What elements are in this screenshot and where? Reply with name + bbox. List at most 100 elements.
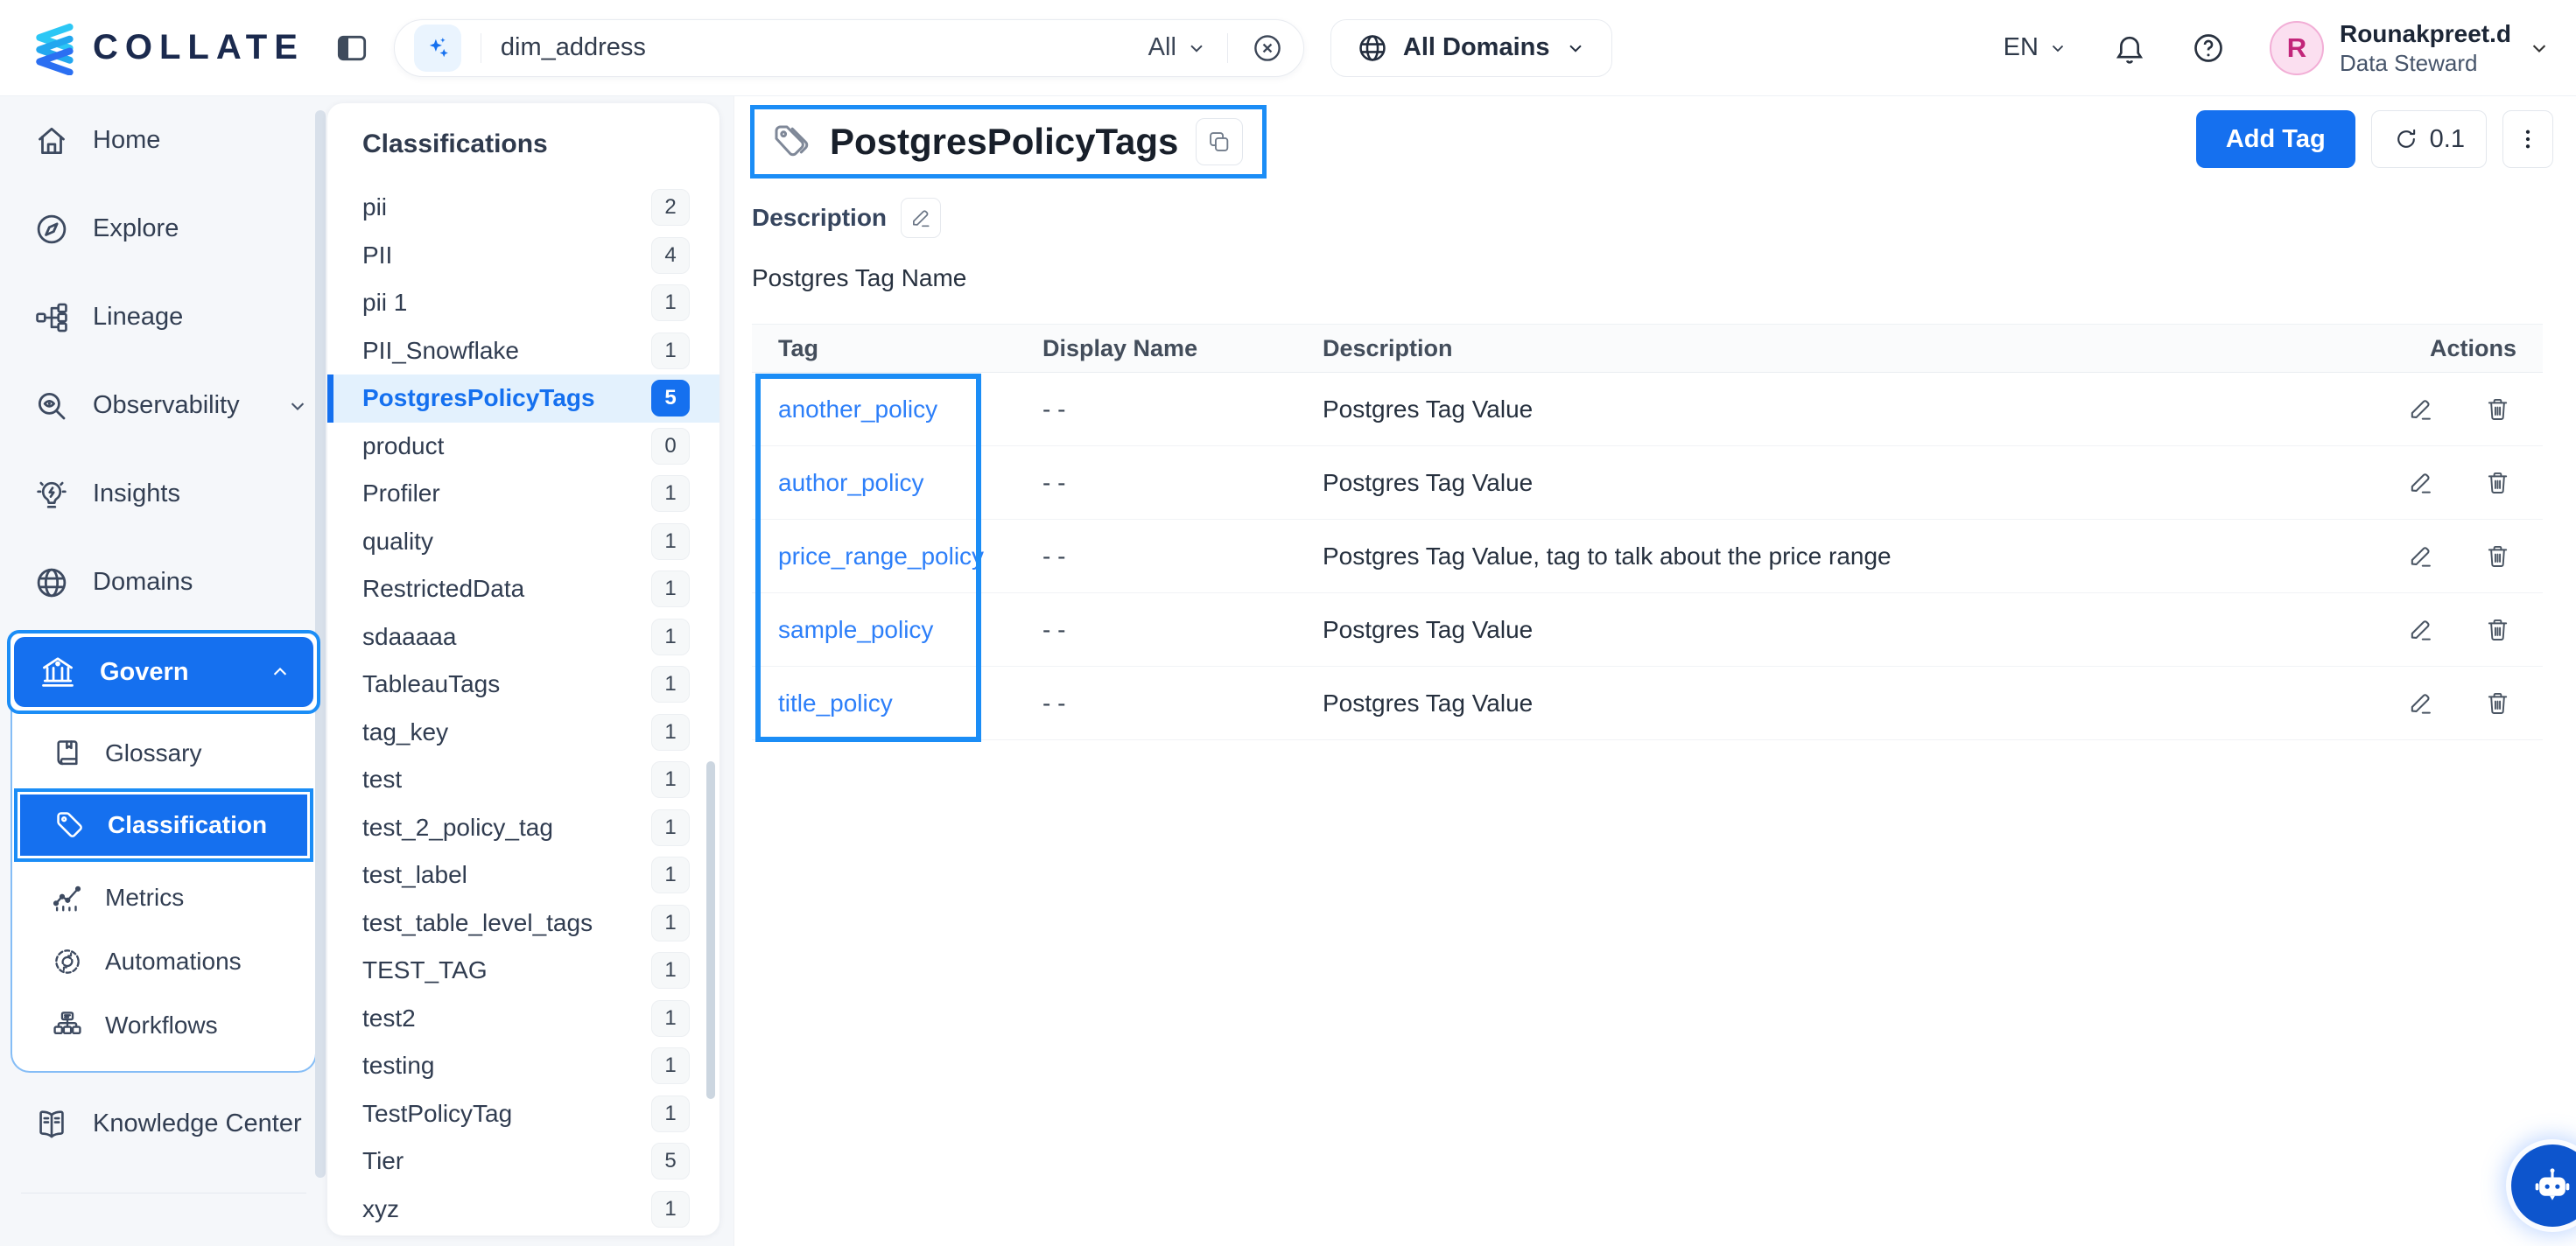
copy-name-button[interactable] <box>1196 118 1243 165</box>
edit-tag-button[interactable] <box>2401 464 2439 502</box>
classification-list-item[interactable]: PII_Snowflake1 <box>327 327 719 375</box>
classification-list-item[interactable]: RestrictedData1 <box>327 565 719 613</box>
sidebar-toggle-button[interactable] <box>334 31 369 66</box>
classification-count-badge: 1 <box>651 952 690 989</box>
edit-pencil-icon <box>2407 542 2434 570</box>
classification-list-item[interactable]: pii 11 <box>327 279 719 327</box>
delete-tag-button[interactable] <box>2478 464 2516 502</box>
sidebar-item-automations[interactable]: Automations <box>12 929 315 993</box>
column-header-display-name: Display Name <box>1016 335 1296 362</box>
search-input[interactable] <box>501 33 1148 62</box>
sidebar-item-glossary[interactable]: Glossary <box>12 721 315 785</box>
tag-link[interactable]: sample_policy <box>778 616 933 643</box>
tag-display-name: - - <box>1042 469 1065 496</box>
classification-list-item[interactable]: Profiler1 <box>327 470 719 518</box>
classification-list-item[interactable]: TEST_TAG1 <box>327 947 719 995</box>
add-tag-button[interactable]: Add Tag <box>2196 110 2355 168</box>
chevron-down-icon <box>285 394 310 418</box>
sidebar-item-label: Automations <box>105 948 242 976</box>
classification-list-item[interactable]: sdaaaaa1 <box>327 613 719 662</box>
chevron-down-icon <box>2047 38 2068 59</box>
classification-list-item[interactable]: PII4 <box>327 232 719 280</box>
tag-link[interactable]: price_range_policy <box>778 542 984 570</box>
classification-name: quality <box>362 528 433 556</box>
sidebar-item-label: Govern <box>100 658 189 687</box>
more-options-button[interactable] <box>2502 110 2553 168</box>
tag-description: Postgres Tag Value <box>1323 690 1533 717</box>
classification-list-item[interactable]: test_table_level_tags1 <box>327 900 719 948</box>
trash-icon <box>2484 616 2511 643</box>
sidebar-item-domains[interactable]: Domains <box>0 538 327 626</box>
global-search-bar[interactable]: All <box>394 19 1304 77</box>
help-button[interactable] <box>2191 31 2226 66</box>
chevron-down-icon <box>2527 36 2551 60</box>
classification-list-item[interactable]: test_label1 <box>327 851 719 900</box>
classification-list-item[interactable]: TableauTags1 <box>327 661 719 709</box>
classification-list-item[interactable]: test_2_policy_tag1 <box>327 804 719 852</box>
edit-tag-button[interactable] <box>2401 390 2439 429</box>
table-row: another_policy - - Postgres Tag Value <box>752 373 2543 446</box>
tag-link[interactable]: title_policy <box>778 690 893 717</box>
clear-search-button[interactable] <box>1251 32 1284 65</box>
version-history-icon <box>2393 126 2419 152</box>
notifications-button[interactable] <box>2112 31 2147 66</box>
language-dropdown[interactable]: EN <box>2004 33 2068 62</box>
sidebar-item-workflows[interactable]: Workflows <box>12 993 315 1057</box>
search-scope-dropdown[interactable]: All <box>1148 33 1208 62</box>
sidebar-item-home[interactable]: Home <box>0 96 327 185</box>
classification-list-item[interactable]: pii2 <box>327 184 719 232</box>
search-scope-label: All <box>1148 33 1176 62</box>
classification-list-item[interactable]: product0 <box>327 423 719 471</box>
ai-search-button[interactable] <box>414 24 461 72</box>
sidebar-item-classification[interactable]: Classification <box>20 794 307 856</box>
sidebar-item-settings[interactable]: Settings <box>0 1218 327 1246</box>
classifications-panel-title: Classifications <box>327 130 719 159</box>
lineage-icon <box>33 299 70 336</box>
delete-tag-button[interactable] <box>2478 684 2516 723</box>
classification-list-item[interactable]: test21 <box>327 995 719 1043</box>
language-label: EN <box>2004 33 2039 62</box>
edit-tag-button[interactable] <box>2401 611 2439 649</box>
version-button[interactable]: 0.1 <box>2371 110 2487 168</box>
classification-name: RestrictedData <box>362 575 524 603</box>
classification-list-item[interactable]: testing1 <box>327 1042 719 1090</box>
sidebar-item-lineage[interactable]: Lineage <box>0 273 327 361</box>
edit-tag-button[interactable] <box>2401 684 2439 723</box>
all-domains-dropdown[interactable]: All Domains <box>1330 19 1612 77</box>
classification-list-item[interactable]: TestPolicyTag1 <box>327 1090 719 1138</box>
chat-assistant-button[interactable] <box>2511 1144 2576 1227</box>
collate-logo[interactable]: COLLATE <box>25 21 305 75</box>
classification-list-item[interactable]: tag_key1 <box>327 709 719 757</box>
delete-tag-button[interactable] <box>2478 611 2516 649</box>
delete-tag-button[interactable] <box>2478 390 2516 429</box>
classification-name: testing <box>362 1052 435 1080</box>
edit-description-button[interactable] <box>901 198 941 238</box>
sidebar-item-label: Explore <box>93 214 179 243</box>
classification-list-item[interactable]: Tier5 <box>327 1138 719 1186</box>
tag-description: Postgres Tag Value <box>1323 396 1533 423</box>
user-profile-menu[interactable]: R Rounakpreet.d Data Steward <box>2270 18 2551 78</box>
copy-icon <box>1207 130 1232 154</box>
classification-list-item[interactable]: test1 <box>327 756 719 804</box>
delete-tag-button[interactable] <box>2478 537 2516 576</box>
sidebar-item-metrics[interactable]: Metrics <box>12 865 315 929</box>
tag-link[interactable]: another_policy <box>778 396 937 423</box>
classification-list-item[interactable]: quality1 <box>327 518 719 566</box>
classification-list-item-selected[interactable]: PostgresPolicyTags5 <box>327 374 719 423</box>
book-icon <box>51 737 84 770</box>
question-icon <box>2191 31 2226 66</box>
sidebar-item-knowledge-center[interactable]: Knowledge Center <box>0 1080 327 1168</box>
classification-list-item[interactable]: xyz1 <box>327 1186 719 1234</box>
sidebar-divider <box>21 1193 306 1194</box>
version-label: 0.1 <box>2430 125 2465 154</box>
classification-name: product <box>362 432 444 460</box>
classification-count-badge: 1 <box>651 619 690 655</box>
classification-count-badge: 1 <box>651 284 690 321</box>
sidebar-item-govern[interactable]: Govern <box>14 637 313 707</box>
sidebar-item-explore[interactable]: Explore <box>0 185 327 273</box>
tag-link[interactable]: author_policy <box>778 469 924 496</box>
sidebar-item-insights[interactable]: Insights <box>0 450 327 538</box>
classifications-scrollbar[interactable] <box>706 761 715 1099</box>
sidebar-item-observability[interactable]: Observability <box>0 361 327 450</box>
edit-tag-button[interactable] <box>2401 537 2439 576</box>
